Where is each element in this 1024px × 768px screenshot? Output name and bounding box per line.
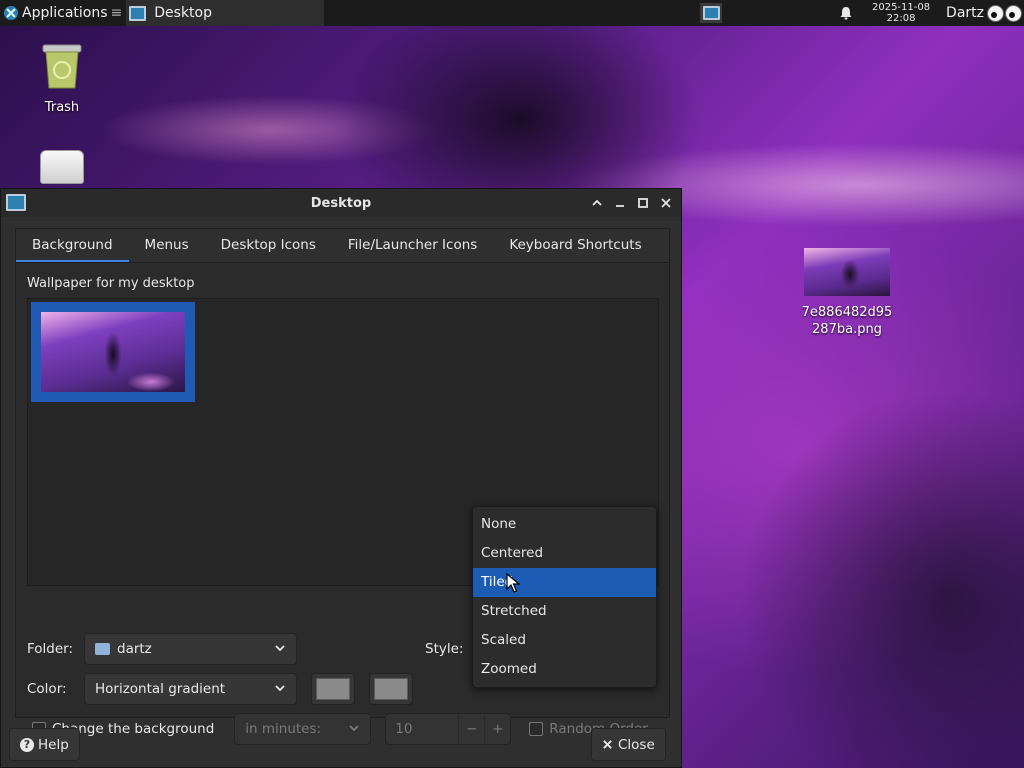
applications-menu-button[interactable]: Applications ≡: [0, 0, 126, 26]
interval-spinbutton[interactable]: 10 − +: [385, 713, 512, 745]
desktop-icon-png-file[interactable]: 7e886482d95 287ba.png: [792, 248, 902, 338]
decrement-button[interactable]: −: [458, 714, 484, 744]
color-swatch: [316, 678, 350, 700]
folder-label: Folder:: [27, 641, 74, 657]
trash-icon: [42, 44, 82, 89]
secondary-color-button[interactable]: [369, 673, 413, 705]
png-file-label-line1: 7e886482d95: [801, 305, 893, 320]
user-menu[interactable]: Dartz: [946, 5, 984, 21]
help-label: Help: [38, 736, 69, 753]
primary-color-button[interactable]: [311, 673, 355, 705]
color-style-value: Horizontal gradient: [95, 681, 226, 697]
tab-desktop-icons[interactable]: Desktop Icons: [205, 229, 332, 262]
clock-date: 2025-11-08: [871, 2, 931, 13]
close-button[interactable]: Close: [591, 728, 666, 761]
drive-icon: [40, 150, 84, 184]
chevron-up-icon: [591, 199, 602, 206]
png-file-label-line2: 287ba.png: [812, 322, 882, 337]
tab-background[interactable]: Background: [16, 229, 129, 262]
window-controls: [587, 193, 675, 212]
applications-label: Applications: [22, 5, 108, 21]
random-order-checkbox[interactable]: [529, 722, 544, 736]
change-background-row: Change the background in minutes: 10 − +…: [32, 713, 648, 745]
wallpaper-thumbnail-image: [41, 312, 185, 392]
close-window-button[interactable]: [656, 193, 675, 212]
style-label: Style:: [425, 641, 464, 657]
minimize-button[interactable]: [610, 193, 629, 212]
window-titlebar[interactable]: Desktop: [1, 189, 681, 217]
tab-file-launcher-icons[interactable]: File/Launcher Icons: [332, 229, 493, 262]
color-style-combo[interactable]: Horizontal gradient: [84, 673, 297, 705]
desktop-settings-icon: [129, 5, 147, 21]
desktop-icon-trash[interactable]: Trash: [20, 42, 104, 115]
tab-menus[interactable]: Menus: [129, 229, 205, 262]
close-label: Close: [618, 736, 655, 753]
style-dropdown-popup: None Centered Tiled Stretched Scaled Zoo…: [472, 506, 657, 688]
color-swatch: [374, 678, 408, 700]
desktop-icon-drive[interactable]: [20, 150, 104, 184]
folder-value: dartz: [117, 641, 152, 657]
style-option-none[interactable]: None: [473, 510, 656, 539]
mouse-cursor-icon: [506, 573, 520, 593]
desktop-settings-icon: [702, 6, 720, 20]
wallpaper-section-label: Wallpaper for my desktop: [27, 276, 195, 291]
increment-button[interactable]: +: [484, 714, 510, 744]
folder-combo[interactable]: dartz: [84, 633, 297, 665]
close-icon: [660, 197, 671, 208]
interval-unit-value: in minutes:: [245, 721, 322, 737]
style-option-tiled[interactable]: Tiled: [473, 568, 656, 597]
panel-clock[interactable]: 2025-11-08 22:08: [868, 2, 934, 24]
window-title: Desktop: [310, 195, 372, 211]
shade-button[interactable]: [587, 193, 606, 212]
style-option-scaled[interactable]: Scaled: [473, 626, 656, 655]
folder-row: Folder: dartz: [27, 633, 297, 665]
tab-bar: Background Menus Desktop Icons File/Laun…: [16, 229, 669, 263]
help-icon: ?: [20, 737, 34, 752]
style-option-centered[interactable]: Centered: [473, 539, 656, 568]
folder-icon: [95, 643, 110, 655]
color-row: Color: Horizontal gradient: [27, 673, 413, 705]
eye-icon: [987, 4, 1004, 22]
clock-time: 22:08: [886, 13, 916, 24]
color-label: Color:: [27, 681, 67, 697]
maximize-icon: [637, 197, 648, 208]
chevron-down-icon: [275, 645, 285, 652]
xeyes-widget: [986, 4, 1022, 22]
top-panel: Applications ≡ Desktop 2025-11-08 22:08 …: [0, 0, 1024, 26]
wallpaper-thumbnail-selected[interactable]: [31, 302, 195, 402]
xfce-logo-icon: [4, 6, 18, 20]
help-button[interactable]: ? Help: [9, 728, 80, 761]
panel-separator: ≡: [110, 5, 123, 21]
maximize-button[interactable]: [633, 193, 652, 212]
minimize-icon: [615, 204, 624, 207]
taskbar-item-label: Desktop: [154, 5, 213, 21]
interval-unit-combo[interactable]: in minutes:: [234, 713, 372, 745]
style-option-stretched[interactable]: Stretched: [473, 597, 656, 626]
style-row: Style:: [425, 633, 463, 665]
chevron-down-icon: [349, 725, 359, 732]
trash-label: Trash: [44, 100, 80, 115]
tab-keyboard-shortcuts[interactable]: Keyboard Shortcuts: [493, 229, 657, 262]
notification-bell-icon[interactable]: [838, 5, 854, 21]
tray-desktop-app[interactable]: [700, 3, 723, 23]
chevron-down-icon: [275, 685, 285, 692]
image-file-thumbnail: [804, 248, 890, 296]
taskbar-item-desktop[interactable]: Desktop: [126, 0, 325, 26]
eye-icon: [1005, 4, 1022, 22]
close-icon: [603, 740, 612, 749]
style-option-zoomed[interactable]: Zoomed: [473, 655, 656, 684]
interval-value: 10: [395, 721, 413, 737]
